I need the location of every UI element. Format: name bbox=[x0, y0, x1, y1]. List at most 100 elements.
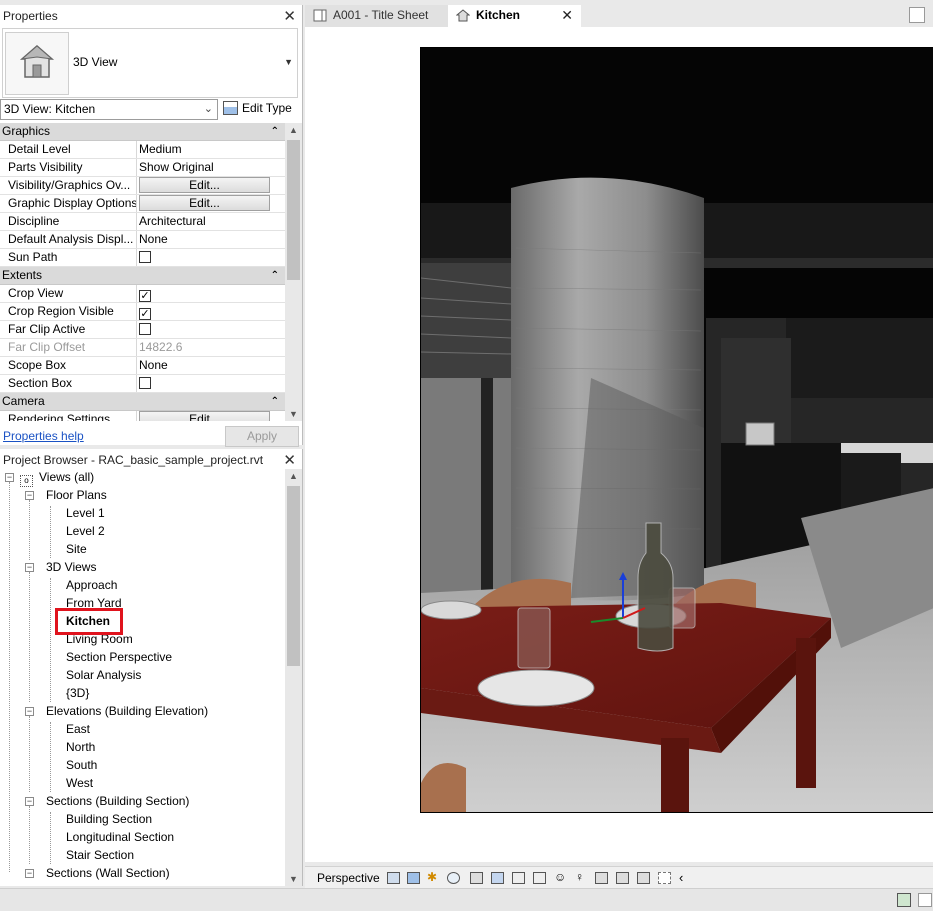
type-dropdown-icon[interactable]: ▼ bbox=[284, 57, 293, 67]
collapse-toggle[interactable]: − bbox=[25, 563, 34, 572]
property-value[interactable]: Architectural bbox=[137, 213, 285, 230]
reveal-hidden-icon[interactable]: ♀ bbox=[575, 871, 588, 884]
browser-scrollbar[interactable]: ▲ ▼ bbox=[285, 469, 302, 886]
far-clip-active-checkbox[interactable] bbox=[139, 323, 151, 335]
property-row[interactable]: Crop View ✓ bbox=[0, 285, 285, 303]
collapse-toggle[interactable]: − bbox=[25, 491, 34, 500]
property-row[interactable]: Scope Box None bbox=[0, 357, 285, 375]
tab-kitchen[interactable]: Kitchen ✕ bbox=[448, 5, 581, 27]
unlocked-3d-view-icon[interactable] bbox=[512, 872, 525, 884]
tree-group-building-sections[interactable]: Sections (Building Section) bbox=[46, 792, 189, 810]
tree-group-elevations[interactable]: Elevations (Building Elevation) bbox=[46, 702, 208, 720]
property-row[interactable]: Detail Level Medium bbox=[0, 141, 285, 159]
temporary-view-properties-icon[interactable] bbox=[595, 872, 608, 884]
properties-help-link[interactable]: Properties help bbox=[3, 429, 84, 443]
expand-toggle[interactable]: − bbox=[25, 869, 34, 878]
category-extents[interactable]: Extents ⌃ bbox=[0, 267, 285, 285]
tree-group-floor-plans[interactable]: Floor Plans bbox=[46, 486, 107, 504]
property-row[interactable]: Far Clip Active bbox=[0, 321, 285, 339]
highlight-displacement-icon[interactable] bbox=[637, 872, 650, 884]
graphic-display-edit-button[interactable]: Edit... bbox=[139, 195, 270, 211]
scroll-up-icon[interactable]: ▲ bbox=[285, 471, 302, 481]
collapse-icon[interactable]: ⌃ bbox=[271, 123, 279, 140]
properties-scrollbar[interactable]: ▲ ▼ bbox=[285, 123, 302, 421]
collapse-icon[interactable]: ⌃ bbox=[271, 393, 279, 410]
shadows-icon[interactable] bbox=[407, 872, 420, 884]
instance-selector[interactable]: 3D View: Kitchen ⌄ bbox=[0, 99, 218, 120]
crop-region-visible-checkbox[interactable]: ✓ bbox=[139, 308, 151, 320]
render-icon[interactable] bbox=[447, 872, 460, 884]
tree-item[interactable]: Longitudinal Section bbox=[66, 828, 174, 846]
rendering-settings-edit-button[interactable]: Edit... bbox=[139, 411, 270, 421]
tree-item[interactable]: Level 2 bbox=[66, 522, 105, 540]
tree-root-views[interactable]: o Views (all) bbox=[20, 469, 94, 487]
edit-type-button[interactable]: Edit Type bbox=[223, 99, 299, 120]
tree-item[interactable]: Site bbox=[66, 540, 87, 558]
crop-view-checkbox[interactable]: ✓ bbox=[139, 290, 151, 302]
properties-close-icon[interactable]: ✕ bbox=[283, 7, 296, 25]
scroll-down-icon[interactable]: ▼ bbox=[285, 409, 302, 419]
tree-item[interactable]: Approach bbox=[66, 576, 117, 594]
worksets-icon[interactable] bbox=[897, 893, 911, 907]
tree-item[interactable]: Level 1 bbox=[66, 504, 105, 522]
tree-group-3d-views[interactable]: 3D Views bbox=[46, 558, 96, 576]
tree-item[interactable]: {3D} bbox=[66, 684, 89, 702]
tree-item[interactable]: Section Perspective bbox=[66, 648, 172, 666]
type-selector[interactable]: 3D View ▼ bbox=[2, 28, 298, 98]
browser-close-icon[interactable]: ✕ bbox=[283, 451, 296, 469]
chevron-left-icon[interactable]: ‹ bbox=[679, 871, 692, 884]
property-row[interactable]: Discipline Architectural bbox=[0, 213, 285, 231]
property-value[interactable]: Show Original bbox=[137, 159, 285, 176]
collapse-icon[interactable]: ⌃ bbox=[271, 267, 279, 284]
status-field[interactable] bbox=[918, 893, 932, 907]
temporary-hide-icon[interactable]: ☺ bbox=[554, 871, 567, 884]
sun-path-icon[interactable]: ✱ bbox=[427, 871, 440, 884]
tree-item[interactable]: Stair Section bbox=[66, 846, 134, 864]
tree-item[interactable]: Solar Analysis bbox=[66, 666, 141, 684]
property-row[interactable]: Visibility/Graphics Ov... Edit... bbox=[0, 177, 285, 195]
vg-overrides-edit-button[interactable]: Edit... bbox=[139, 177, 270, 193]
apply-button[interactable]: Apply bbox=[225, 426, 299, 447]
property-value[interactable]: None bbox=[137, 231, 285, 248]
category-camera[interactable]: Camera ⌃ bbox=[0, 393, 285, 411]
property-row[interactable]: Graphic Display Options Edit... bbox=[0, 195, 285, 213]
property-row[interactable]: Rendering Settings Edit... bbox=[0, 411, 285, 421]
tree-item[interactable]: East bbox=[66, 720, 90, 738]
crop-view-icon[interactable] bbox=[470, 872, 483, 884]
section-box-checkbox[interactable] bbox=[139, 377, 151, 389]
tree-item[interactable]: South bbox=[66, 756, 97, 774]
visual-style-icon[interactable] bbox=[387, 872, 400, 884]
property-name: Parts Visibility bbox=[0, 159, 137, 176]
property-row[interactable]: Sun Path bbox=[0, 249, 285, 267]
scroll-thumb[interactable] bbox=[287, 486, 300, 666]
property-row[interactable]: Section Box bbox=[0, 375, 285, 393]
crop-region-icon[interactable] bbox=[491, 872, 504, 884]
tree-item[interactable]: Building Section bbox=[66, 810, 152, 828]
show-analytical-model-icon[interactable] bbox=[616, 872, 629, 884]
tree-item[interactable]: North bbox=[66, 738, 95, 756]
property-row[interactable]: Default Analysis Displ... None bbox=[0, 231, 285, 249]
view-mode-label[interactable]: Perspective bbox=[317, 871, 380, 885]
lock-icon[interactable] bbox=[533, 872, 546, 884]
tree-group-wall-sections[interactable]: Sections (Wall Section) bbox=[46, 864, 170, 882]
tab-close-icon[interactable]: ✕ bbox=[561, 5, 573, 26]
collapse-toggle[interactable]: − bbox=[25, 707, 34, 716]
scroll-down-icon[interactable]: ▼ bbox=[285, 874, 302, 884]
scroll-thumb[interactable] bbox=[287, 140, 300, 280]
collapse-toggle[interactable]: − bbox=[25, 797, 34, 806]
property-row[interactable]: Parts Visibility Show Original bbox=[0, 159, 285, 177]
tab-a001-title-sheet[interactable]: A001 - Title Sheet bbox=[305, 5, 448, 27]
property-value[interactable]: None bbox=[137, 357, 285, 374]
sun-path-checkbox[interactable] bbox=[139, 251, 151, 263]
rendered-3d-view[interactable] bbox=[420, 47, 933, 813]
scroll-up-icon[interactable]: ▲ bbox=[285, 125, 302, 135]
reveal-constraints-icon[interactable] bbox=[658, 872, 671, 884]
category-graphics[interactable]: Graphics ⌃ bbox=[0, 123, 285, 141]
property-value[interactable]: Medium bbox=[137, 141, 285, 158]
tree-line bbox=[50, 506, 51, 558]
window-restore-icon[interactable] bbox=[909, 7, 925, 23]
property-row[interactable]: Crop Region Visible ✓ bbox=[0, 303, 285, 321]
house-icon bbox=[5, 32, 69, 95]
tree-item[interactable]: West bbox=[66, 774, 93, 792]
collapse-toggle[interactable]: − bbox=[5, 473, 14, 482]
